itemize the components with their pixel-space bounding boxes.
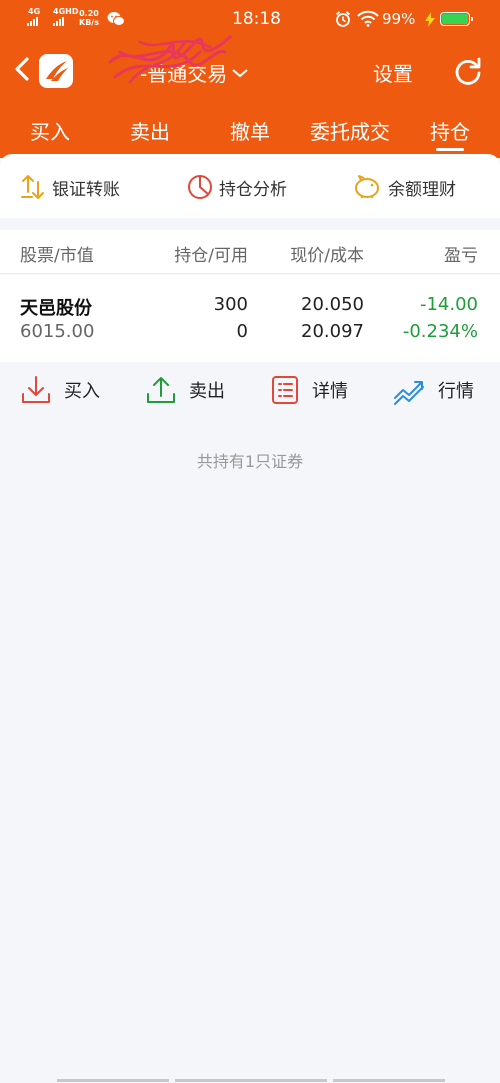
settings-button[interactable]: 设置 (373, 58, 413, 87)
bottom-bar-segment (333, 1079, 445, 1082)
sell-action-button[interactable]: 卖出 (145, 374, 225, 406)
available-qty: 0 (236, 321, 248, 342)
bottom-bar-segment (57, 1079, 169, 1082)
position-qty: 300 (213, 294, 248, 315)
battery-icon (440, 12, 473, 26)
tab-positions[interactable]: 持仓 (430, 116, 470, 145)
profit-loss-percent: -0.234% (402, 321, 478, 342)
cost-price: 20.097 (301, 321, 364, 342)
tab-sell[interactable]: 卖出 (130, 116, 170, 145)
refresh-icon[interactable] (452, 55, 484, 87)
details-action-label: 详情 (312, 381, 348, 402)
wifi-icon (357, 10, 379, 27)
header-stock-value: 股票/市值 (20, 246, 94, 266)
bank-transfer-label: 银证转账 (52, 179, 120, 200)
signal-bars-1-icon (27, 17, 38, 26)
positions-table-header: 股票/市值 持仓/可用 现价/成本 盈亏 (0, 230, 500, 274)
stock-name: 天邑股份 (20, 298, 92, 319)
transfer-icon (21, 175, 44, 199)
header-price-cost: 现价/成本 (290, 246, 364, 266)
tab-cancel-order[interactable]: 撤单 (230, 116, 270, 145)
battery-fill (442, 14, 468, 24)
signal-type-2: 4GHD (53, 7, 79, 16)
signal-bars-2-icon (53, 17, 64, 26)
charging-bolt-icon (425, 12, 435, 27)
status-bar: 4G 4GHD 0.20 KB/s 18:18 99% (0, 0, 500, 40)
header-area: 4G 4GHD 0.20 KB/s 18:18 99% -普通交易 设置 买入 … (0, 0, 500, 158)
market-value: 6015.00 (20, 321, 95, 342)
network-speed: 0.20 KB/s (79, 9, 99, 27)
buy-action-label: 买入 (64, 381, 100, 402)
details-action-button[interactable]: 详情 (270, 374, 348, 406)
buy-action-button[interactable]: 买入 (20, 374, 100, 406)
profit-loss-amount: -14.00 (419, 294, 478, 315)
network-speed-unit: KB/s (79, 18, 99, 27)
quick-actions-card: 银证转账 持仓分析 余额理财 (0, 154, 500, 218)
trade-tabs: 买入 卖出 撤单 委托成交 持仓 (0, 112, 500, 152)
tab-orders-filled[interactable]: 委托成交 (310, 116, 390, 145)
list-icon (272, 376, 298, 404)
redaction-scribble (108, 35, 232, 84)
header-profit-loss: 盈亏 (444, 246, 478, 266)
bottom-bar-segment (175, 1079, 327, 1082)
upload-icon (147, 377, 175, 403)
header-position-available: 持仓/可用 (174, 246, 248, 266)
sell-action-label: 卖出 (189, 381, 225, 402)
app-logo (39, 54, 73, 88)
network-speed-value: 0.20 (79, 9, 99, 18)
back-arrow-icon[interactable] (12, 56, 32, 82)
balance-wealth-button[interactable]: 余额理财 (352, 174, 456, 200)
pie-chart-icon (188, 175, 212, 199)
tab-buy[interactable]: 买入 (30, 116, 70, 145)
table-row[interactable]: 天邑股份 6015.00 300 0 20.050 20.097 -14.00 … (0, 275, 500, 362)
quote-action-label: 行情 (438, 381, 474, 402)
piggy-bank-icon (355, 175, 379, 198)
current-price: 20.050 (301, 294, 364, 315)
position-analysis-label: 持仓分析 (219, 179, 287, 200)
bank-transfer-button[interactable]: 银证转账 (20, 174, 120, 200)
position-analysis-button[interactable]: 持仓分析 (187, 174, 287, 200)
alarm-icon (335, 11, 351, 27)
broker-logo-icon (46, 61, 68, 81)
balance-wealth-label: 余额理财 (388, 179, 456, 200)
holdings-summary: 共持有1只证券 (196, 452, 304, 471)
battery-percent: 99% (382, 10, 416, 28)
quote-action-button[interactable]: 行情 (392, 374, 474, 406)
trend-chart-icon (394, 381, 424, 405)
position-actions: 买入 卖出 详情 行情 (0, 362, 500, 418)
download-icon (22, 376, 50, 403)
signal-type-1: 4G (28, 7, 41, 16)
nav-bar: -普通交易 设置 (0, 35, 500, 98)
active-tab-indicator (436, 148, 464, 151)
